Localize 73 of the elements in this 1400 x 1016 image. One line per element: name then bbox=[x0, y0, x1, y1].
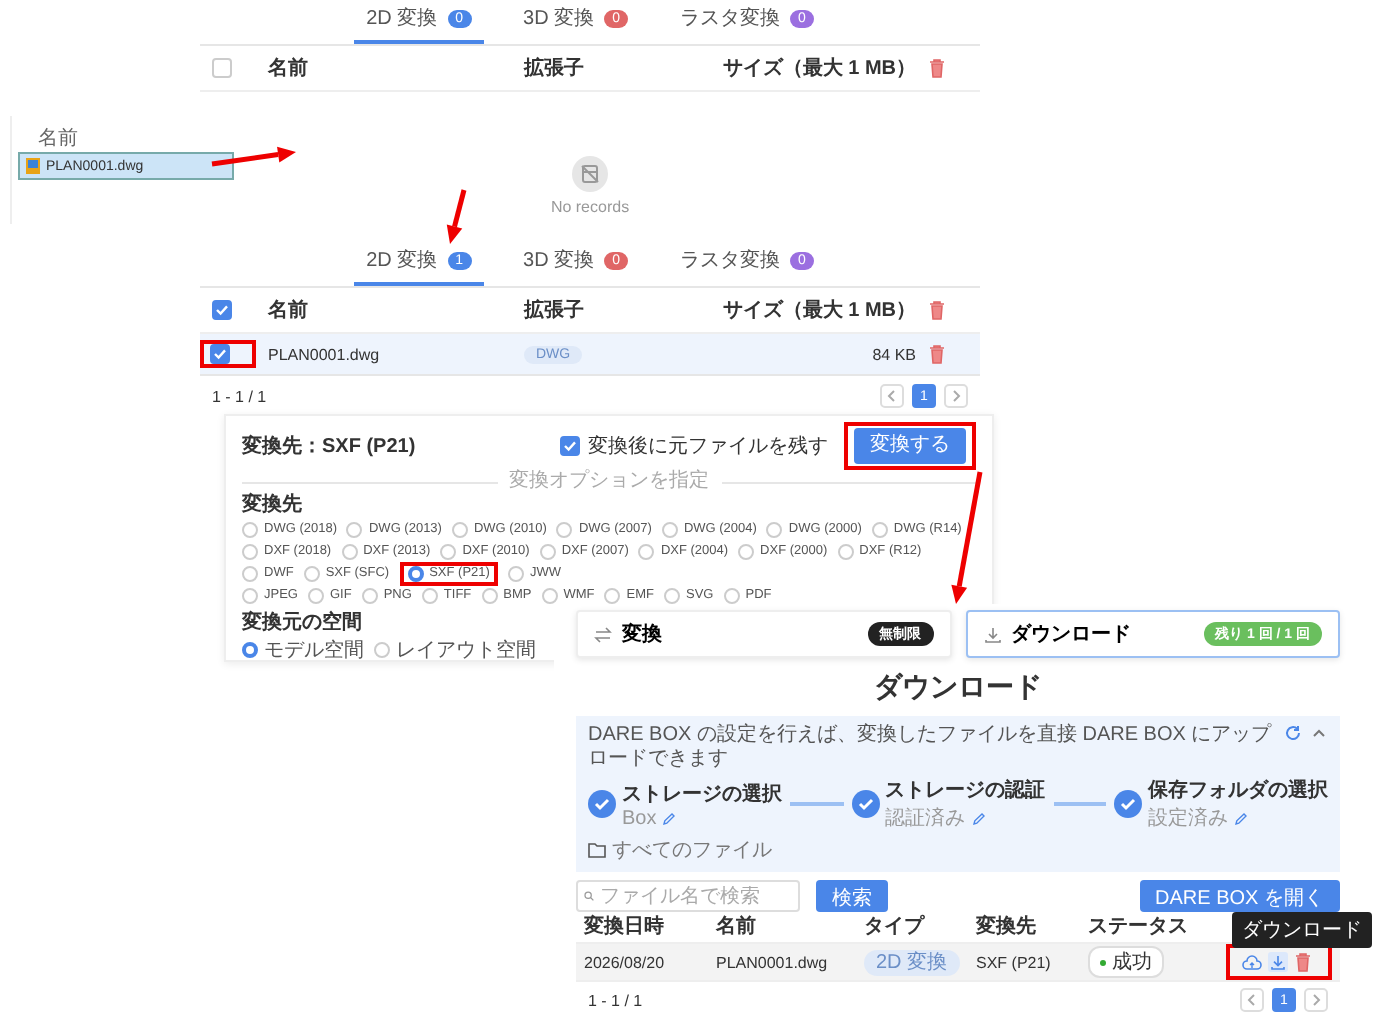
radio-option[interactable]: レイアウト空間 bbox=[374, 635, 536, 663]
column-header: ステータス bbox=[1088, 914, 1190, 942]
column-header: 名前 bbox=[36, 126, 80, 152]
checkbox[interactable] bbox=[560, 436, 580, 456]
column-header: サイズ（最大 1 MB） bbox=[722, 55, 916, 82]
chevron-right-icon[interactable] bbox=[1304, 988, 1328, 1012]
search-icon bbox=[584, 888, 594, 904]
status-badge: 成功 bbox=[1088, 946, 1164, 978]
checkbox[interactable] bbox=[210, 344, 230, 364]
checkbox-label: 変換後に元ファイルを残す bbox=[588, 433, 828, 460]
chevron-up-icon[interactable] bbox=[1310, 724, 1328, 742]
check-circle-icon bbox=[851, 790, 879, 818]
page-heading: ダウンロード bbox=[874, 670, 1042, 706]
swap-arrows-icon bbox=[594, 625, 612, 643]
column-header: 名前 bbox=[268, 297, 310, 324]
trash-icon[interactable] bbox=[928, 58, 946, 78]
column-header: 名前 bbox=[716, 914, 758, 942]
step-status: 設定済み bbox=[1148, 805, 1228, 832]
table-cell-text: 2026/08/20 bbox=[584, 953, 667, 971]
search-button[interactable]: 検索 bbox=[816, 880, 888, 912]
checkbox[interactable] bbox=[212, 300, 232, 320]
step-title: ストレージの選択 bbox=[622, 781, 782, 807]
empty-message: No records bbox=[550, 198, 630, 216]
column-header: 変換先 bbox=[976, 914, 1038, 942]
info-message: DARE BOX の設定を行えば、変換したファイルを直接 DARE BOX にアップロードできます bbox=[588, 724, 1274, 772]
step-title: 保存フォルダの選択 bbox=[1148, 777, 1328, 804]
page-range: 1 - 1 / 1 bbox=[212, 387, 267, 405]
chevron-left-icon[interactable] bbox=[880, 384, 904, 408]
search-field[interactable]: ファイル名で検索 bbox=[576, 880, 800, 912]
radio-option[interactable]: モデル空間 bbox=[242, 635, 364, 663]
section-label: 変換元の空間 bbox=[242, 612, 362, 636]
cloud-upload-icon[interactable] bbox=[1242, 953, 1262, 971]
table-cell-text: SXF (P21) bbox=[976, 953, 1053, 971]
download-icon bbox=[983, 625, 1001, 643]
pencil-icon[interactable] bbox=[662, 811, 677, 825]
no-records-icon bbox=[572, 156, 608, 192]
column-header: 名前 bbox=[268, 55, 310, 82]
trash-icon[interactable] bbox=[928, 300, 946, 320]
arrow bbox=[211, 146, 296, 167]
folder-path: すべてのファイル bbox=[612, 838, 772, 864]
step-status: 認証済み bbox=[885, 805, 965, 832]
tooltip: ダウンロード bbox=[1232, 912, 1372, 948]
column-header: 拡張子 bbox=[524, 55, 586, 82]
check-circle-icon bbox=[1114, 790, 1142, 818]
checkbox[interactable] bbox=[212, 58, 232, 78]
pencil-icon[interactable] bbox=[971, 811, 985, 825]
divider-label: 変換オプションを指定 bbox=[509, 470, 709, 494]
section-label: 変換先 bbox=[242, 494, 302, 518]
type-tag: 2D 変換 bbox=[864, 949, 960, 975]
column-header: 変換日時 bbox=[584, 914, 666, 942]
chevron-right-icon[interactable] bbox=[944, 384, 968, 408]
pencil-icon[interactable] bbox=[1234, 811, 1248, 825]
trash-icon[interactable] bbox=[1294, 952, 1312, 972]
chevron-left-icon[interactable] bbox=[1240, 988, 1264, 1012]
file-size: 84 KB bbox=[872, 345, 916, 363]
column-header: 拡張子 bbox=[524, 297, 586, 324]
check-circle-icon bbox=[588, 790, 616, 818]
convert-button[interactable]: 変換する bbox=[854, 428, 966, 464]
column-header: サイズ（最大 1 MB） bbox=[722, 297, 916, 324]
target-title: 変換先：SXF (P21) bbox=[242, 432, 416, 460]
file-icon bbox=[26, 158, 40, 174]
column-header: タイプ bbox=[864, 914, 927, 942]
file-name: PLAN0001.dwg bbox=[268, 345, 382, 363]
table-cell-text: PLAN0001.dwg bbox=[716, 953, 830, 971]
arrow bbox=[446, 189, 467, 244]
step-title: ストレージの認証 bbox=[885, 777, 1045, 804]
trash-icon[interactable] bbox=[928, 344, 946, 364]
download-icon[interactable] bbox=[1268, 952, 1288, 972]
folder-icon bbox=[588, 842, 606, 858]
page-range: 1 - 1 / 1 bbox=[588, 991, 643, 1009]
refresh-icon[interactable] bbox=[1284, 724, 1302, 742]
step-status: Box bbox=[622, 807, 657, 829]
open-dare-box-button[interactable]: DARE BOX を開く bbox=[1139, 880, 1340, 912]
